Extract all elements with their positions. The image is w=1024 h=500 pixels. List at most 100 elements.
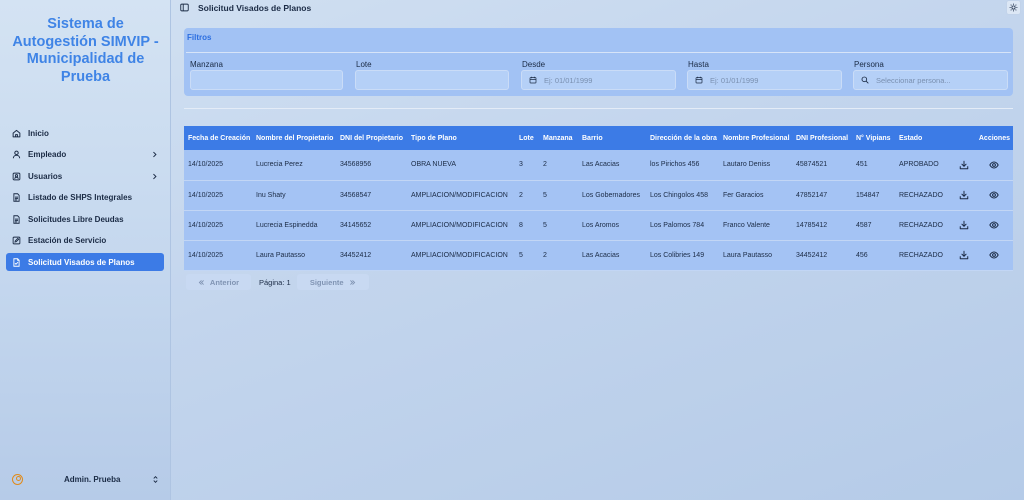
column-header: N° Vipians — [852, 126, 895, 150]
estado-cell: RECHAZADO — [895, 180, 955, 211]
user-icon — [12, 150, 21, 159]
sidebar-item-libre-deudas[interactable]: Solicitudes Libre Deudas — [6, 210, 164, 228]
theme-toggle-button[interactable] — [1006, 0, 1021, 15]
chevron-right-icon — [153, 173, 157, 179]
next-page-button[interactable]: Siguiente — [296, 274, 369, 290]
sidebar-item-label: Empleado — [28, 150, 67, 159]
estado-cell: APROBADO — [895, 150, 955, 181]
column-header: Estado — [895, 126, 955, 150]
tipo-plano-cell: AMPLIACION/MODIFICACION — [407, 240, 515, 271]
dni-propietario-cell: 34568547 — [336, 180, 407, 211]
search-icon — [861, 76, 869, 84]
home-icon — [12, 129, 21, 137]
column-header: DNI del Propietario — [336, 126, 407, 150]
vipians-cell: 456 — [852, 240, 895, 271]
manzana-input[interactable] — [190, 70, 343, 90]
persona-label: Persona — [854, 60, 884, 69]
download-icon[interactable] — [959, 250, 969, 260]
eye-icon[interactable] — [989, 220, 999, 230]
sidebar-item-label: Solicitud Visados de Planos — [28, 257, 135, 267]
sidebar-item-estacion-servicio[interactable]: Estación de Servicio — [6, 232, 164, 250]
calendar-icon — [695, 76, 703, 84]
visados-table: Fecha de Creación Nombre del Propietario… — [184, 126, 1013, 271]
column-header: Nombre del Propietario — [252, 126, 336, 150]
sidebar-toggle-icon[interactable] — [180, 3, 189, 12]
sidebar-item-inicio[interactable]: Inicio — [6, 124, 164, 142]
avatar — [12, 473, 23, 485]
table-row: 14/10/2025 Laura Pautasso 34452412 AMPLIACI… — [184, 240, 1013, 271]
calendar-icon — [529, 76, 537, 84]
sidebar: Sistema de Autogestión SIMVIP - Municipa… — [0, 0, 171, 500]
eye-icon[interactable] — [989, 250, 999, 260]
sidebar-item-usuarios[interactable]: Usuarios — [6, 167, 164, 185]
prev-page-button[interactable]: Anterior — [186, 274, 251, 290]
column-header: Nombre Profesional — [719, 126, 792, 150]
document-icon — [13, 193, 20, 202]
manzana-cell: 2 — [539, 240, 578, 271]
download-icon[interactable] — [959, 220, 969, 230]
eye-icon[interactable] — [989, 190, 999, 200]
eye-icon[interactable] — [989, 160, 999, 170]
actions-cell — [955, 210, 1013, 241]
app-title: Sistema de Autogestión SIMVIP - Municipa… — [0, 16, 171, 86]
column-header: Tipo de Plano — [407, 126, 515, 150]
dni-profesional-cell: 34452412 — [792, 240, 852, 271]
users-icon — [12, 172, 21, 180]
lote-cell: 5 — [515, 240, 539, 271]
chevrons-right-icon — [349, 279, 355, 285]
pagination: Anterior Página: 1 Siguiente — [186, 274, 369, 290]
app-title-line: Autogestión SIMVIP - — [12, 33, 159, 50]
filters-panel: Filtros Manzana Lote Desde Ej: 01/01/199… — [184, 28, 1013, 96]
lote-label: Lote — [356, 60, 372, 69]
hasta-placeholder: Ej: 01/01/1999 — [710, 75, 759, 85]
actions-cell — [955, 150, 1013, 181]
dni-propietario-cell: 34145652 — [336, 210, 407, 241]
column-header: DNI Profesional — [792, 126, 852, 150]
filters-title: Filtros — [187, 33, 212, 42]
lote-cell: 3 — [515, 150, 539, 181]
manzana-cell: 2 — [539, 150, 578, 181]
tipo-plano-cell: AMPLIACION/MODIFICACION — [407, 180, 515, 211]
sidebar-nav: Inicio Empleado Usuarios Listado de SHPS… — [6, 124, 164, 275]
app-title-line: Sistema de — [47, 16, 124, 32]
file-icon — [13, 257, 20, 267]
fecha-cell: 14/10/2025 — [184, 210, 252, 241]
vipians-cell: 154847 — [852, 180, 895, 211]
chevron-right-icon — [153, 151, 157, 158]
dni-profesional-cell: 14785412 — [792, 210, 852, 241]
download-icon[interactable] — [959, 190, 969, 200]
lote-input[interactable] — [355, 70, 509, 90]
dni-profesional-cell: 45874521 — [792, 150, 852, 181]
chevron-up-down-icon — [153, 475, 158, 483]
app-title-line: Municipalidad de — [26, 51, 145, 67]
profesional-cell: Lautaro Deniss — [719, 150, 792, 181]
page-title: Solicitud Visados de Planos — [198, 3, 312, 13]
actions-cell — [955, 180, 1013, 211]
estado-cell: RECHAZADO — [895, 210, 955, 241]
sidebar-item-listado-shps[interactable]: Listado de SHPS Integrales — [6, 189, 164, 207]
table-row: 14/10/2025 Lucrecia Perez 34568956 OBRA NUE… — [184, 150, 1013, 181]
download-icon[interactable] — [959, 160, 969, 170]
persona-select[interactable]: Seleccionar persona... — [853, 70, 1008, 90]
sidebar-item-label: Estación de Servicio — [28, 236, 107, 245]
desde-placeholder: Ej: 01/01/1999 — [544, 75, 593, 85]
sidebar-item-visados-planos[interactable]: Solicitud Visados de Planos — [6, 253, 164, 271]
barrio-cell: Los Gobernadores — [578, 180, 646, 211]
sidebar-item-empleado[interactable]: Empleado — [6, 146, 164, 164]
manzana-cell: 5 — [539, 180, 578, 211]
table-row: 14/10/2025 Inu Shaty 34568547 AMPLIACION/MO… — [184, 180, 1013, 211]
content-divider — [184, 108, 1013, 109]
tipo-plano-cell: AMPLIACION/MODIFICACION — [407, 210, 515, 241]
lote-cell: 2 — [515, 180, 539, 211]
desde-date-input[interactable]: Ej: 01/01/1999 — [521, 70, 676, 90]
user-menu[interactable]: Admin. Prueba — [8, 470, 163, 488]
dni-propietario-cell: 34568956 — [336, 150, 407, 181]
hasta-date-input[interactable]: Ej: 01/01/1999 — [687, 70, 842, 90]
direccion-cell: Los Palomos 784 — [646, 210, 719, 241]
barrio-cell: Las Acacias — [578, 240, 646, 271]
desde-label: Desde — [522, 60, 546, 69]
propietario-cell: Inu Shaty — [252, 180, 336, 211]
manzana-label: Manzana — [190, 60, 223, 69]
sun-icon — [1009, 3, 1018, 12]
estado-cell: RECHAZADO — [895, 240, 955, 271]
